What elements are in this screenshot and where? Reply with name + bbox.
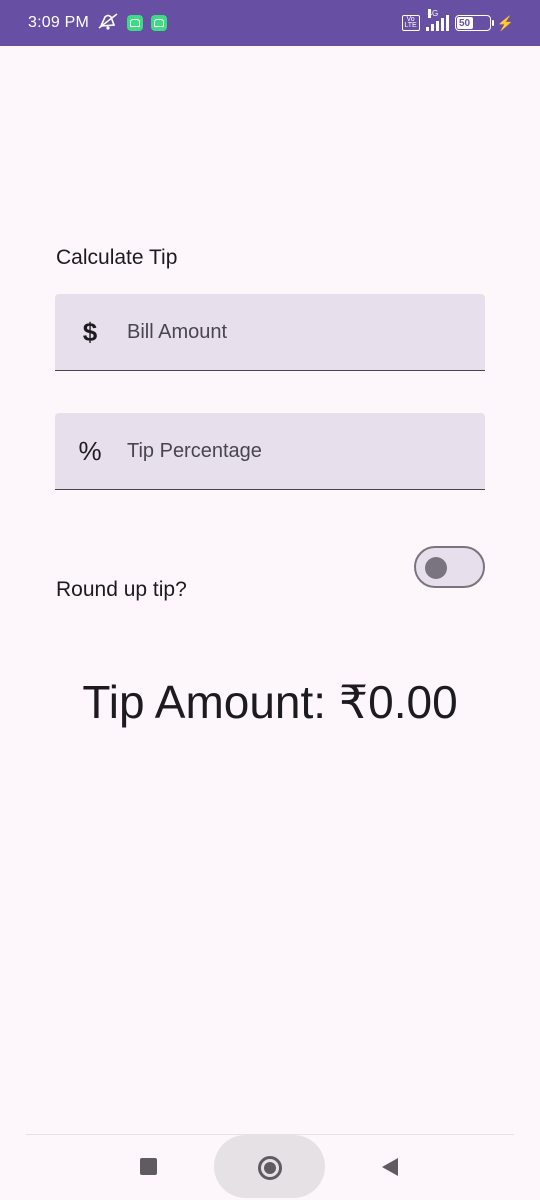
page-title: Calculate Tip bbox=[56, 246, 178, 269]
dollar-icon: $ bbox=[82, 316, 98, 347]
round-up-label: Round up tip? bbox=[56, 578, 187, 601]
status-bar: 3:09 PM Vo LTE 4G 50 ⚡ bbox=[0, 0, 540, 46]
tip-percentage-label: Tip Percentage bbox=[127, 439, 262, 462]
status-bar-left: 3:09 PM bbox=[28, 12, 167, 35]
volte-icon: Vo LTE bbox=[401, 15, 420, 31]
bill-amount-field[interactable]: $ Bill Amount bbox=[55, 294, 485, 371]
signal-bar bbox=[430, 24, 434, 31]
switch-thumb bbox=[425, 557, 447, 579]
network-type: 4G bbox=[427, 9, 439, 18]
status-bar-right: Vo LTE 4G 50 ⚡ bbox=[401, 9, 514, 32]
signal-bar bbox=[445, 15, 449, 31]
android-notification-icon bbox=[151, 15, 167, 31]
navigation-bar bbox=[0, 1135, 540, 1200]
battery-level: 50 bbox=[456, 17, 473, 29]
back-icon[interactable] bbox=[382, 1158, 398, 1176]
android-notification-icon bbox=[127, 15, 143, 31]
battery-icon: 50 bbox=[454, 15, 494, 31]
signal-bar bbox=[440, 18, 444, 31]
percent-icon: % bbox=[78, 435, 102, 466]
round-up-switch[interactable] bbox=[414, 546, 485, 588]
tip-amount-text: Tip Amount: ₹0.00 bbox=[82, 676, 458, 728]
tip-percentage-field[interactable]: % Tip Percentage bbox=[55, 413, 485, 490]
charging-icon: ⚡ bbox=[496, 14, 514, 31]
signal-bar bbox=[435, 21, 439, 31]
home-icon[interactable] bbox=[258, 1156, 282, 1180]
signal-icon: 4G bbox=[425, 9, 449, 31]
status-time: 3:09 PM bbox=[28, 14, 89, 31]
mute-icon bbox=[97, 12, 119, 35]
signal-bar bbox=[425, 27, 429, 31]
recents-icon[interactable] bbox=[140, 1158, 157, 1175]
bill-amount-label: Bill Amount bbox=[127, 320, 228, 343]
